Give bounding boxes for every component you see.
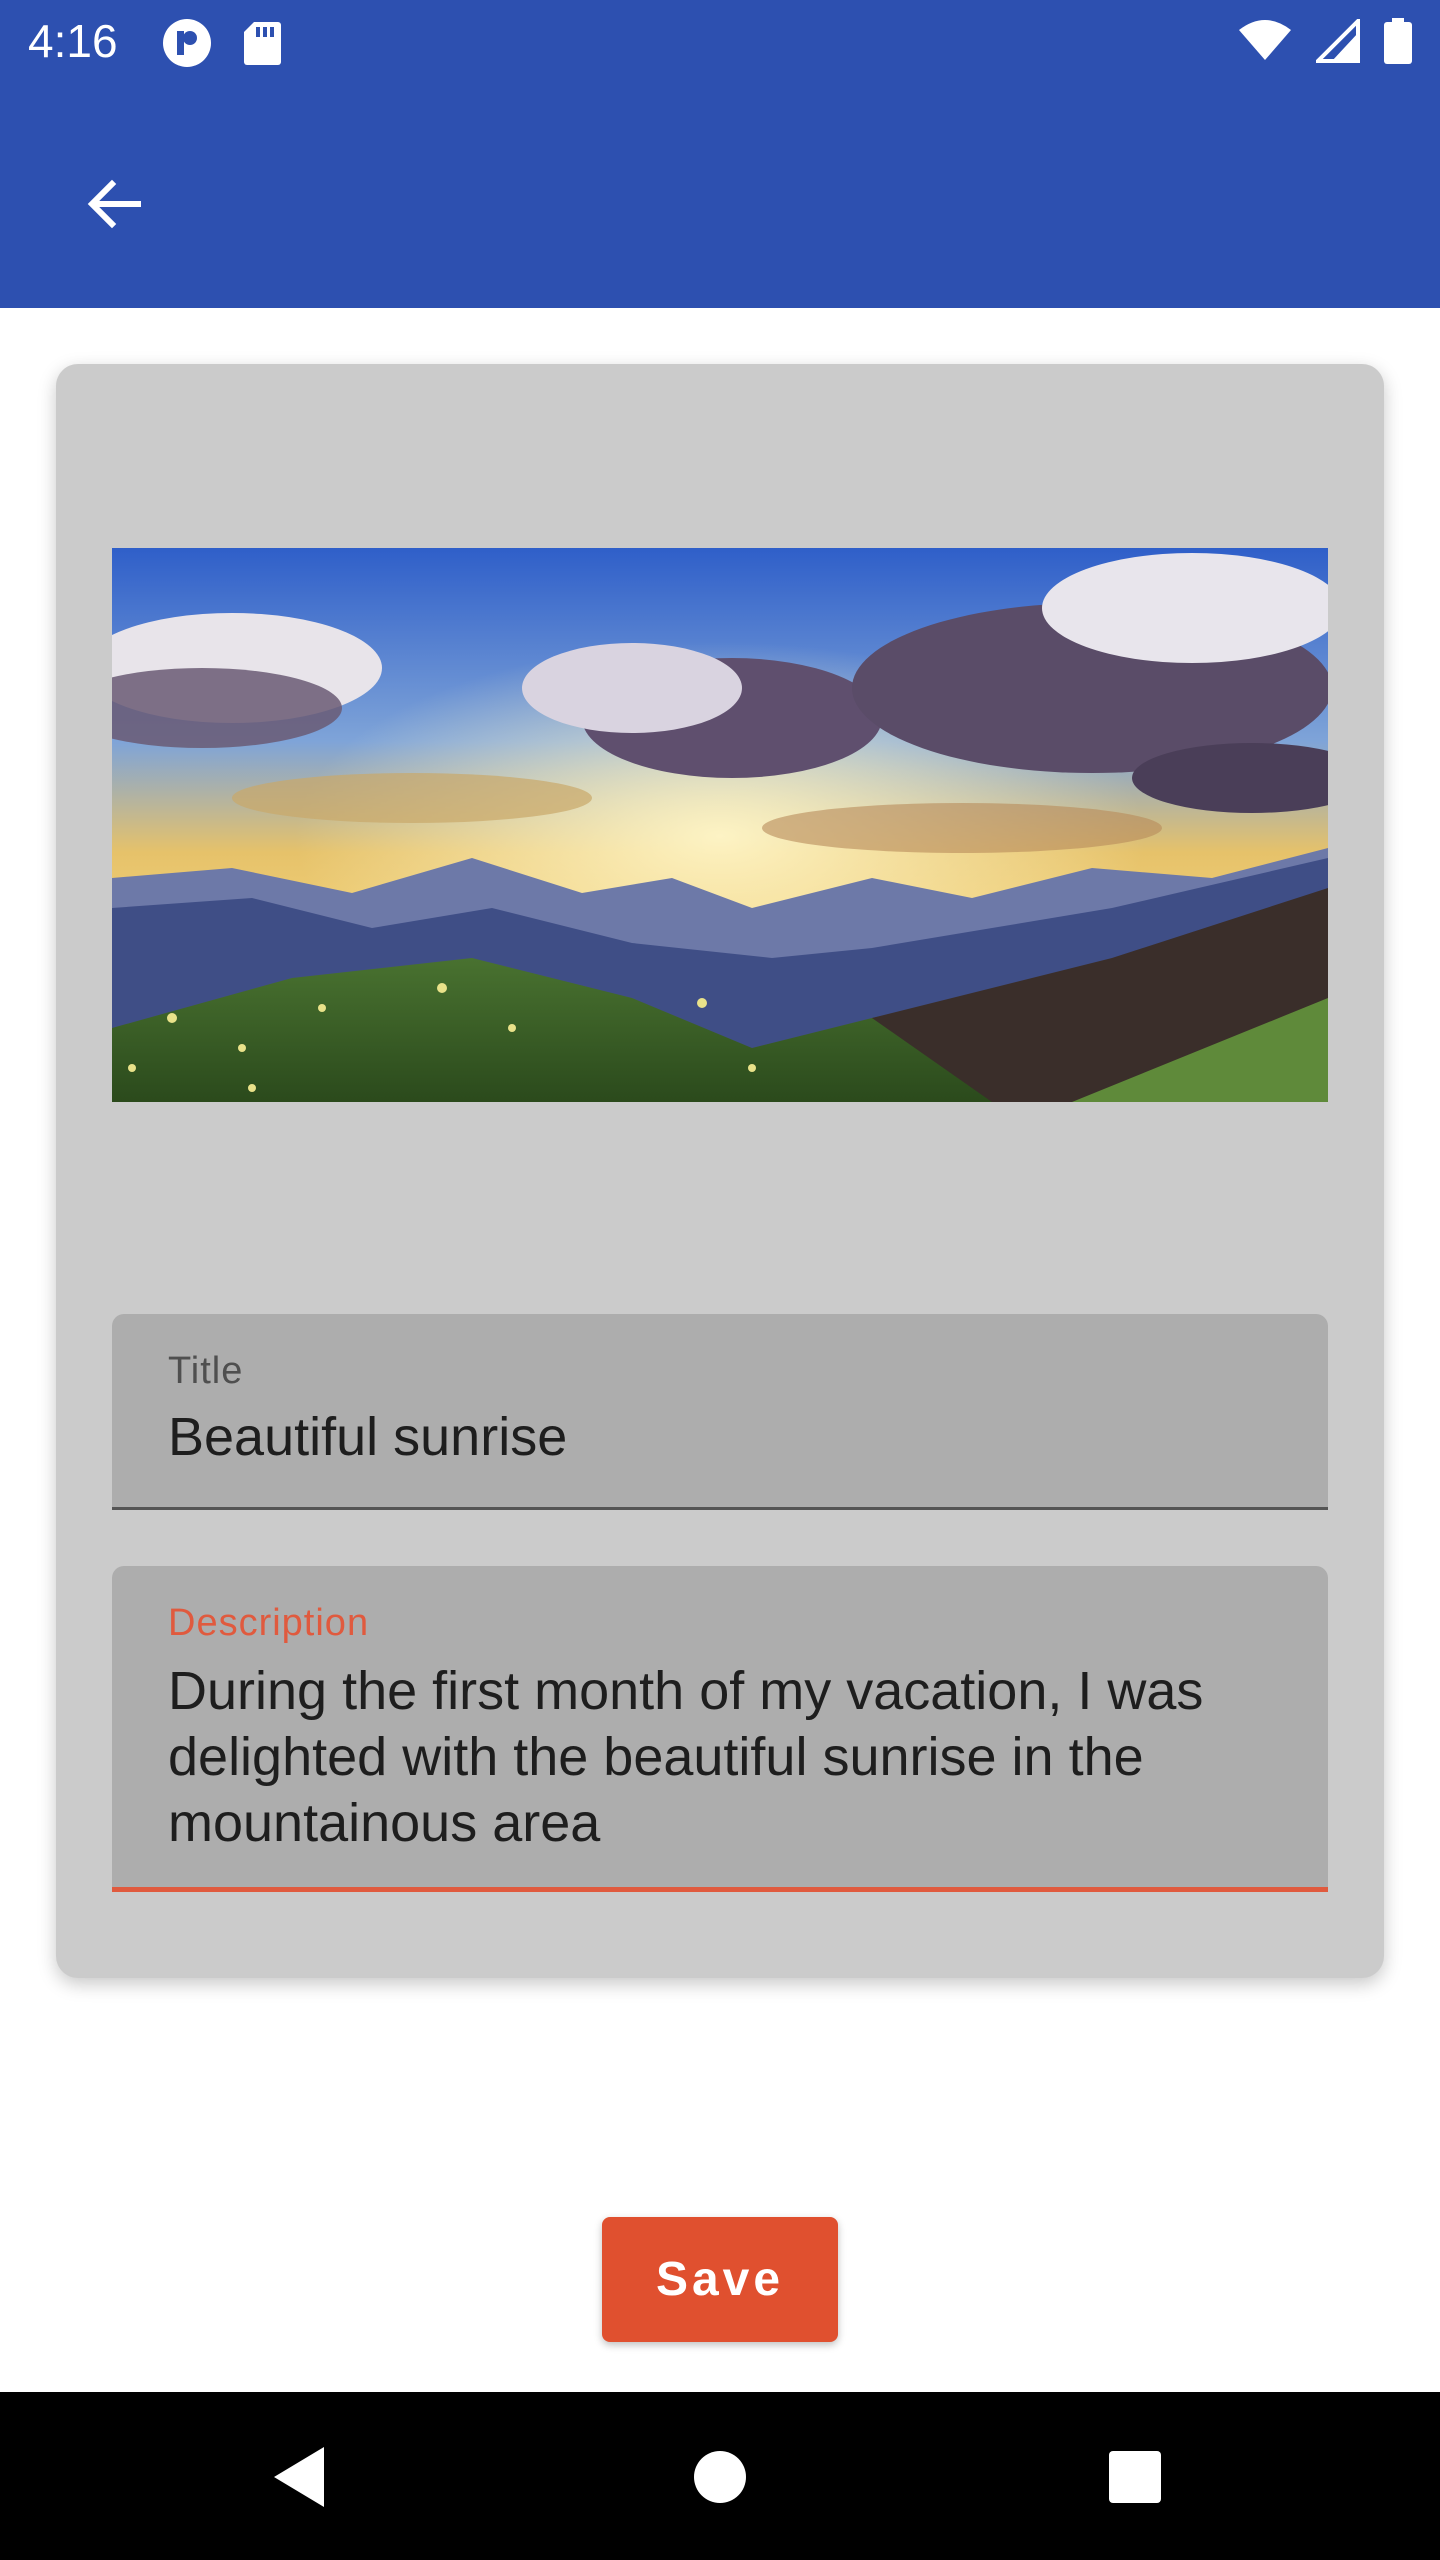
nav-home-button[interactable]	[675, 2432, 765, 2522]
home-circle-icon	[694, 2451, 746, 2503]
wifi-icon	[1239, 20, 1291, 60]
back-triangle-icon	[274, 2447, 324, 2507]
nav-recents-button[interactable]	[1090, 2432, 1180, 2522]
battery-icon	[1384, 18, 1412, 64]
title-field[interactable]: Title Beautiful sunrise	[112, 1314, 1328, 1510]
app-bar	[0, 84, 1440, 308]
sd-card-icon	[244, 22, 281, 65]
recents-square-icon	[1109, 2451, 1161, 2503]
arrow-back-icon	[87, 179, 141, 229]
status-bar: 4:16	[0, 0, 1440, 84]
app-notification-icon	[163, 19, 211, 67]
status-left-icons	[162, 18, 282, 68]
status-time: 4:16	[28, 15, 118, 67]
title-field-label: Title	[168, 1350, 244, 1392]
description-field-label: Description	[168, 1602, 370, 1644]
signal-icon	[1316, 19, 1360, 63]
nav-back-button[interactable]	[255, 2432, 345, 2522]
photo-image[interactable]	[112, 548, 1328, 1102]
title-field-value[interactable]: Beautiful sunrise	[168, 1404, 1272, 1470]
system-nav-bar	[0, 2392, 1440, 2560]
sunrise-mountains-image	[112, 548, 1328, 1102]
status-right-icons	[1238, 18, 1412, 64]
save-button[interactable]: Save	[602, 2217, 838, 2342]
description-field-value[interactable]: During the first month of my vacation, I…	[168, 1658, 1272, 1856]
post-card: Title Beautiful sunrise Description Duri…	[56, 364, 1384, 1978]
back-button[interactable]	[72, 162, 156, 246]
description-field[interactable]: Description During the first month of my…	[112, 1566, 1328, 1892]
